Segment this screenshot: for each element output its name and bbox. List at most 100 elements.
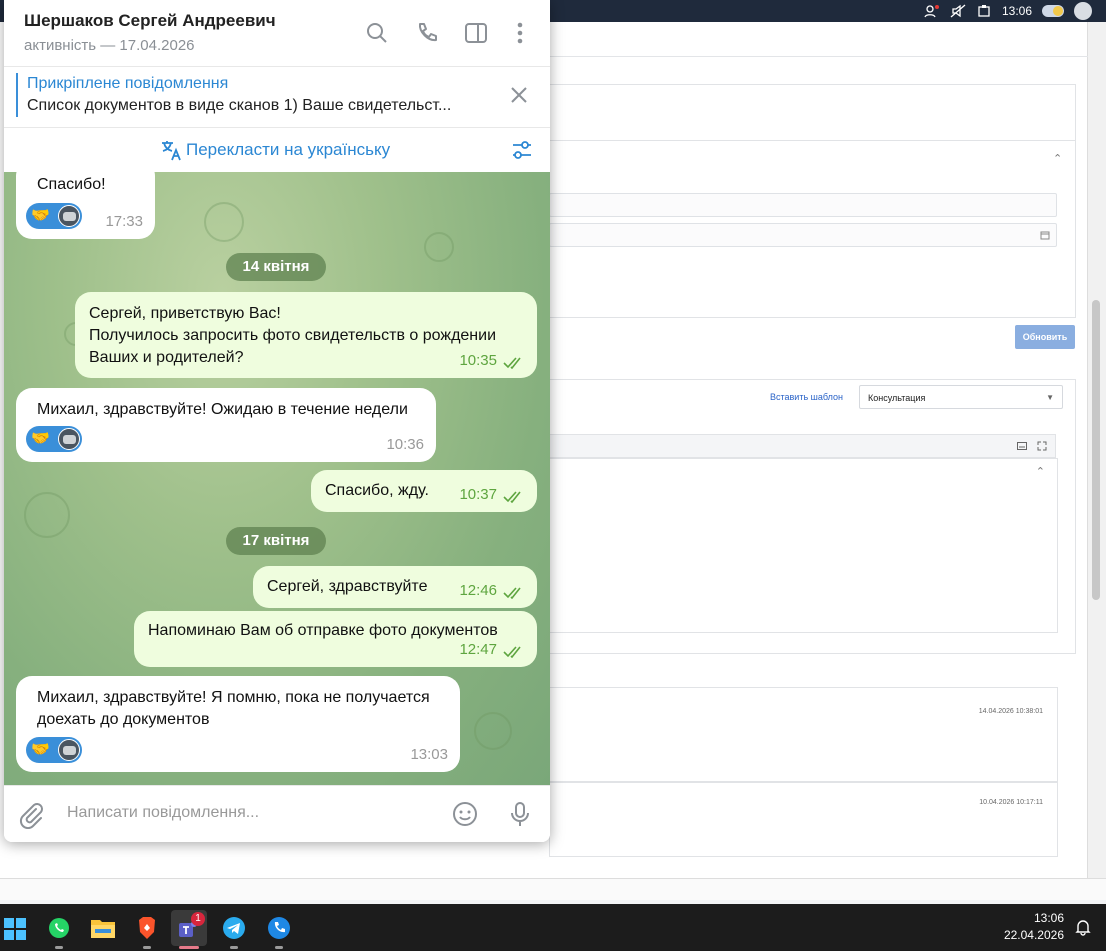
close-icon[interactable] <box>508 84 530 106</box>
mute-icon[interactable] <box>950 4 966 18</box>
message-text: Сергей, здравствуйте <box>267 578 428 595</box>
divider <box>550 56 1088 57</box>
contacts-icon[interactable] <box>924 4 940 18</box>
read-ticks-icon <box>503 646 521 658</box>
taskbar-phone-app[interactable] <box>261 910 297 949</box>
sidebar-toggle-icon[interactable] <box>463 20 489 46</box>
horizontal-scrollbar[interactable] <box>0 878 1106 900</box>
message-outgoing[interactable]: Спасибо, жду. 10:37 <box>311 470 537 512</box>
reactor-avatar <box>58 205 80 227</box>
keyboard-icon[interactable] <box>1017 442 1027 450</box>
pinned-message-bar[interactable]: Прикріплене повідомлення Список документ… <box>4 67 550 128</box>
history-timestamp-1: 14.04.2026 10:38:01 <box>978 708 1043 715</box>
fullscreen-icon[interactable] <box>1037 441 1047 451</box>
windows-logo-icon <box>4 918 26 940</box>
update-button[interactable]: Обновить <box>1015 325 1075 349</box>
active-indicator <box>179 946 199 949</box>
translate-bar[interactable]: Перекласти на українську <box>4 128 550 172</box>
window-icon[interactable] <box>976 4 992 18</box>
system-clock[interactable]: 13:06 22.04.2026 <box>1004 910 1064 944</box>
message-outgoing[interactable]: Напоминаю Вам об отправке фото документо… <box>134 611 537 667</box>
taskbar-teams[interactable]: 1 <box>171 910 207 949</box>
reactor-avatar <box>58 739 80 761</box>
reaction-badge[interactable]: 🤝 <box>26 426 82 452</box>
notification-badge: 1 <box>191 912 205 926</box>
form-field[interactable] <box>549 193 1057 217</box>
translate-icon <box>162 141 181 161</box>
running-indicator <box>230 946 238 949</box>
message-incoming[interactable]: Михаил, здравствуйте! Я помню, пока не п… <box>16 676 460 772</box>
background-doodle <box>204 202 244 242</box>
start-button[interactable] <box>0 910 36 946</box>
reaction-badge[interactable]: 🤝 <box>26 737 82 763</box>
read-ticks-icon <box>503 357 521 369</box>
message-time: 12:46 <box>459 582 497 599</box>
collapse-chevron-icon[interactable]: ⌃ <box>1053 152 1062 165</box>
taskbar-brave[interactable] <box>129 910 165 949</box>
contact-name[interactable]: Шершаков Сергей Андреевич <box>24 11 276 31</box>
theme-toggle[interactable] <box>1042 5 1064 17</box>
scrollbar-thumb[interactable] <box>1092 300 1100 600</box>
telegram-icon <box>223 917 245 939</box>
taskbar-telegram[interactable] <box>216 910 252 949</box>
clock-date: 22.04.2026 <box>1003 928 1064 942</box>
running-indicator <box>143 946 151 949</box>
message-outgoing[interactable]: Сергей, здравствуйте 12:46 <box>253 566 537 608</box>
insert-template-link[interactable]: Вставить шаблон <box>770 392 843 402</box>
translate-settings-icon[interactable] <box>510 138 534 162</box>
telegram-chat-window: Шершаков Сергей Андреевич активність — 1… <box>4 0 550 842</box>
taskbar-whatsapp[interactable] <box>41 910 77 949</box>
message-time: 10:36 <box>386 436 424 453</box>
phone-app-icon <box>268 917 290 939</box>
background-doodle <box>424 232 454 262</box>
message-incoming[interactable]: Спасибо! 🤝 17:33 <box>16 172 155 239</box>
attach-icon[interactable] <box>18 801 46 829</box>
message-time: 12:47 <box>459 641 497 658</box>
message-text: Михаил, здравствуйте! Я помню, пока не п… <box>37 689 430 728</box>
message-input[interactable]: Написати повідомлення... <box>67 804 259 822</box>
running-indicator <box>55 946 63 949</box>
top-tray: 13:06 <box>924 0 1106 22</box>
pinned-title: Прикріплене повідомлення <box>27 75 229 92</box>
history-entry-2: 10.04.2026 10:17:11 <box>549 782 1058 857</box>
message-text: Напоминаю Вам об отправке фото документо… <box>148 622 498 639</box>
folder-icon <box>91 920 115 938</box>
reaction-badge[interactable]: 🤝 <box>26 203 82 229</box>
pinned-indicator <box>16 73 18 117</box>
calendar-icon <box>1040 231 1050 240</box>
handshake-emoji: 🤝 <box>31 207 50 224</box>
message-text: Михаил, здравствуйте! Ожидаю в течение н… <box>37 401 408 418</box>
translate-button[interactable]: Перекласти на українську <box>186 140 390 160</box>
taskbar-file-explorer[interactable] <box>85 910 121 946</box>
message-editor[interactable]: ⌃ <box>549 458 1058 633</box>
brave-lion-icon <box>139 917 155 939</box>
date-separator: 17 квітня <box>226 527 326 555</box>
editor-toolbar <box>549 434 1056 458</box>
read-ticks-icon <box>503 491 521 503</box>
microphone-icon[interactable] <box>506 800 534 828</box>
crm-panel-top <box>549 84 1076 144</box>
emoji-icon[interactable] <box>451 800 479 828</box>
handshake-emoji: 🤝 <box>31 741 50 758</box>
notification-bell-icon[interactable] <box>1074 918 1092 936</box>
message-time: 17:33 <box>105 213 143 230</box>
windows-taskbar: 1 13:06 22.04.2026 <box>0 904 1106 951</box>
search-icon[interactable] <box>364 20 390 46</box>
message-time: 10:35 <box>459 352 497 369</box>
user-avatar[interactable] <box>1074 2 1092 20</box>
chat-header[interactable]: Шершаков Сергей Андреевич активність — 1… <box>4 0 550 67</box>
message-outgoing[interactable]: Сергей, приветствую Вас! Получилось запр… <box>75 292 537 378</box>
phone-icon[interactable] <box>414 20 440 46</box>
message-list[interactable]: Спасибо! 🤝 17:33 14 квітня Сергей, приве… <box>4 172 550 785</box>
message-incoming[interactable]: Михаил, здравствуйте! Ожидаю в течение н… <box>16 388 436 462</box>
date-field[interactable] <box>549 223 1057 247</box>
running-indicator <box>275 946 283 949</box>
message-text: Спасибо, жду. <box>325 482 429 499</box>
top-time: 13:06 <box>1001 4 1032 18</box>
background-doodle <box>474 712 512 750</box>
more-options-icon[interactable] <box>507 20 533 46</box>
editor-collapse-icon[interactable]: ⌃ <box>1036 465 1045 478</box>
page-scrollbar[interactable] <box>1088 22 1106 878</box>
template-select[interactable]: Консультация ▼ <box>859 385 1063 409</box>
history-timestamp-2: 10.04.2026 10:17:11 <box>979 799 1043 806</box>
